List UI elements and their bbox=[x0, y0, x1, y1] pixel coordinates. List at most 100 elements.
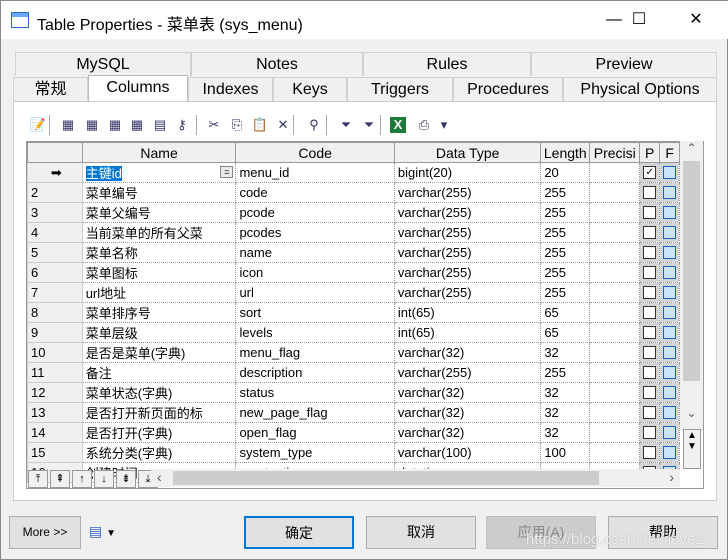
add-columns-icon[interactable]: ▦ bbox=[105, 115, 125, 135]
row-scroll-buttons[interactable]: ▲ ▼ bbox=[683, 429, 701, 469]
tab-6[interactable]: Physical Options bbox=[563, 77, 717, 101]
precision-cell[interactable] bbox=[589, 222, 641, 243]
name-cell[interactable]: 是否打开(字典) bbox=[81, 422, 237, 443]
report-dropdown[interactable]: ▤ ▼ bbox=[89, 523, 116, 540]
precision-cell[interactable] bbox=[589, 382, 641, 403]
precision-cell[interactable] bbox=[589, 282, 641, 303]
foreign-key-cell[interactable] bbox=[659, 262, 681, 283]
name-cell[interactable]: 系统分类(字典) bbox=[81, 442, 237, 463]
precision-cell[interactable] bbox=[589, 162, 641, 183]
data-type-cell[interactable]: varchar(255) bbox=[393, 262, 542, 283]
code-cell[interactable]: pcodes bbox=[235, 222, 395, 243]
primary-key-cell[interactable] bbox=[639, 362, 661, 383]
insert-row-icon[interactable]: ▦ bbox=[82, 115, 102, 135]
ok-button[interactable]: 确定 bbox=[244, 516, 354, 549]
precision-cell[interactable] bbox=[589, 322, 641, 343]
length-cell[interactable]: 255 bbox=[540, 182, 591, 203]
foreign-key-cell[interactable] bbox=[659, 442, 681, 463]
table-row[interactable]: 3 菜单父编号 pcode varchar(255) 255 bbox=[27, 202, 703, 223]
foreign-key-cell[interactable] bbox=[659, 342, 681, 363]
primary-key-checkbox[interactable] bbox=[643, 446, 657, 459]
length-cell[interactable]: 255 bbox=[540, 222, 591, 243]
row-number[interactable]: 7 bbox=[27, 282, 83, 303]
data-type-cell[interactable]: varchar(255) bbox=[393, 242, 542, 263]
name-cell[interactable]: 菜单状态(字典) bbox=[81, 382, 237, 403]
foreign-key-cell[interactable] bbox=[659, 382, 681, 403]
data-type-cell[interactable]: varchar(32) bbox=[393, 382, 542, 403]
row-number[interactable]: 14 bbox=[27, 422, 83, 443]
precision-cell[interactable] bbox=[589, 422, 641, 443]
tab-5[interactable]: Procedures bbox=[453, 77, 563, 101]
foreign-key-checkbox[interactable] bbox=[663, 226, 677, 239]
data-type-cell[interactable]: varchar(32) bbox=[393, 402, 542, 423]
precision-cell[interactable] bbox=[589, 402, 641, 423]
data-type-cell[interactable]: int(65) bbox=[393, 302, 542, 323]
row-number[interactable]: 6 bbox=[27, 262, 83, 283]
primary-key-cell[interactable] bbox=[639, 302, 661, 323]
move-down-button[interactable]: ↓ bbox=[94, 470, 114, 488]
code-cell[interactable]: name bbox=[235, 242, 395, 263]
vertical-scrollbar[interactable]: ⌃ ⌄ bbox=[680, 141, 703, 431]
foreign-key-checkbox[interactable] bbox=[663, 266, 677, 279]
name-cell[interactable]: 是否是菜单(字典) bbox=[81, 342, 237, 363]
table-row[interactable]: 15 系统分类(字典) system_type varchar(100) 100 bbox=[27, 442, 703, 463]
length-cell[interactable]: 65 bbox=[540, 302, 591, 323]
name-cell[interactable]: 菜单名称 bbox=[81, 242, 237, 263]
name-cell[interactable]: 菜单排序号 bbox=[81, 302, 237, 323]
length-cell[interactable]: 65 bbox=[540, 322, 591, 343]
key-icon[interactable]: ⚷ bbox=[172, 115, 192, 135]
filter-icon[interactable]: ⏷ bbox=[336, 115, 356, 135]
length-cell[interactable]: 32 bbox=[540, 402, 591, 423]
find-icon[interactable]: ⚲ bbox=[304, 115, 324, 135]
table-row[interactable]: 8 菜单排序号 sort int(65) 65 bbox=[27, 302, 703, 323]
table-row[interactable]: 9 菜单层级 levels int(65) 65 bbox=[27, 322, 703, 343]
foreign-key-cell[interactable] bbox=[659, 182, 681, 203]
precision-cell[interactable] bbox=[589, 302, 641, 323]
name-cell[interactable]: 是否打开新页面的标 bbox=[81, 402, 237, 423]
dropdown-icon[interactable]: ▾ bbox=[434, 115, 454, 135]
foreign-key-checkbox[interactable] bbox=[663, 326, 677, 339]
foreign-key-cell[interactable] bbox=[659, 322, 681, 343]
precision-cell[interactable] bbox=[589, 362, 641, 383]
name-cell[interactable]: 菜单层级 bbox=[81, 322, 237, 343]
length-cell[interactable]: 32 bbox=[540, 382, 591, 403]
foreign-key-cell[interactable] bbox=[659, 422, 681, 443]
properties-icon[interactable]: 📝 bbox=[28, 115, 48, 135]
row-number[interactable]: 15 bbox=[27, 442, 83, 463]
primary-key-cell[interactable] bbox=[639, 242, 661, 263]
length-cell[interactable]: 32 bbox=[540, 342, 591, 363]
primary-key-cell[interactable] bbox=[639, 262, 661, 283]
data-type-cell[interactable]: varchar(32) bbox=[393, 342, 542, 363]
primary-key-cell[interactable] bbox=[639, 222, 661, 243]
scroll-thumb[interactable] bbox=[683, 161, 700, 381]
table-row[interactable]: 2 菜单编号 code varchar(255) 255 bbox=[27, 182, 703, 203]
code-cell[interactable]: menu_id bbox=[235, 162, 395, 183]
foreign-key-cell[interactable] bbox=[659, 302, 681, 323]
table-row[interactable]: 13 是否打开新页面的标 new_page_flag varchar(32) 32 bbox=[27, 402, 703, 423]
primary-key-checkbox[interactable]: ✓ bbox=[643, 166, 657, 179]
tab-preview[interactable]: Preview bbox=[531, 52, 717, 76]
primary-key-cell[interactable] bbox=[639, 442, 661, 463]
tab-4[interactable]: Triggers bbox=[347, 77, 453, 101]
tab-2[interactable]: Indexes bbox=[188, 77, 273, 101]
column-header-precisi[interactable]: Precisi bbox=[589, 142, 641, 163]
foreign-key-cell[interactable] bbox=[659, 222, 681, 243]
precision-cell[interactable] bbox=[589, 202, 641, 223]
row-number[interactable]: 4 bbox=[27, 222, 83, 243]
length-cell[interactable]: 100 bbox=[540, 442, 591, 463]
column-header-code[interactable]: Code bbox=[235, 142, 395, 163]
primary-key-checkbox[interactable] bbox=[643, 306, 657, 319]
primary-key-checkbox[interactable] bbox=[643, 346, 657, 359]
foreign-key-checkbox[interactable] bbox=[663, 206, 677, 219]
data-type-cell[interactable]: varchar(100) bbox=[393, 442, 542, 463]
primary-key-checkbox[interactable] bbox=[643, 366, 657, 379]
foreign-key-checkbox[interactable] bbox=[663, 386, 677, 399]
primary-key-checkbox[interactable] bbox=[643, 406, 657, 419]
foreign-key-checkbox[interactable] bbox=[663, 246, 677, 259]
length-cell[interactable]: 255 bbox=[540, 262, 591, 283]
precision-cell[interactable] bbox=[589, 442, 641, 463]
horizontal-scrollbar[interactable]: ‹ › bbox=[151, 469, 680, 487]
table-row[interactable]: 5 菜单名称 name varchar(255) 255 bbox=[27, 242, 703, 263]
code-cell[interactable]: levels bbox=[235, 322, 395, 343]
code-cell[interactable]: description bbox=[235, 362, 395, 383]
